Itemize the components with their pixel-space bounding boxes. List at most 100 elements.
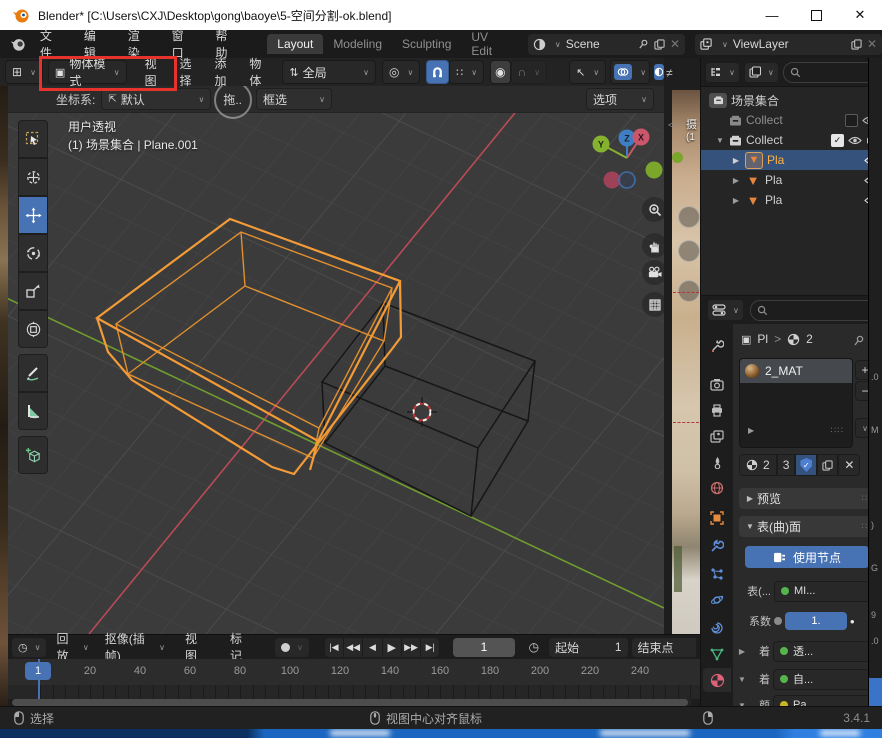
current-frame-field[interactable]: 1 (453, 638, 514, 657)
slot-filter-arrow-icon[interactable]: ▶ (748, 426, 754, 435)
close-button[interactable]: ✕ (838, 0, 882, 30)
surface-shader-button[interactable]: MI... (774, 581, 873, 602)
workspace-tab-modeling[interactable]: Modeling (323, 34, 392, 54)
expand-arrow-icon[interactable]: ▶ (731, 196, 741, 205)
tool-cursor[interactable] (18, 158, 48, 196)
jump-to-start-button[interactable]: |◀ (325, 638, 344, 657)
tab-modifiers[interactable] (703, 534, 731, 558)
tool-measure[interactable] (18, 392, 48, 430)
shader-button[interactable]: 自... (773, 669, 873, 690)
tool-add-cube[interactable] (18, 436, 48, 474)
timeline-scrollbar[interactable] (12, 699, 692, 706)
tab-output[interactable] (703, 398, 731, 422)
expand-arrow-icon[interactable]: ▶ (731, 176, 741, 185)
options-dropdown[interactable]: 选项 ∨ (586, 88, 654, 110)
outliner-row-scene-collection[interactable]: 场景集合 (701, 90, 877, 110)
zoom-button[interactable] (642, 197, 664, 222)
minimize-button[interactable]: — (750, 0, 794, 30)
use-preview-range-icon[interactable]: ◷ (529, 640, 539, 654)
auto-keying-toggle[interactable]: ∨ (275, 638, 309, 657)
tab-particles[interactable] (703, 562, 731, 586)
proportional-edit-toggle[interactable]: ◉ (490, 60, 510, 84)
secondary-viewport-strip[interactable]: ≠ <> 摄 (1 (664, 58, 700, 634)
tab-physics[interactable] (703, 588, 731, 612)
users-count-button[interactable]: 3 (777, 454, 796, 476)
region-expand-icon[interactable]: <> (668, 120, 677, 130)
collection-include-checkbox[interactable]: ✓ (831, 134, 844, 147)
coord-system-dropdown[interactable]: ⇱ 默认 ∨ (101, 88, 211, 110)
playback-menu[interactable]: 回放∨ (50, 638, 94, 657)
maximize-button[interactable] (794, 0, 838, 30)
viewport-3d[interactable]: Z X Y 坐标系: ⇱ 默认 ∨ 拖.. 框选 ∨ 选项 ∨ (8, 86, 664, 634)
expand-arrow-icon[interactable]: ▶ (731, 156, 741, 165)
breadcrumb-object[interactable]: Pl (757, 332, 768, 346)
gizmo-z-neg-axis[interactable] (619, 172, 635, 188)
collection-exclude-checkbox[interactable] (845, 114, 858, 127)
row-collapsed-icon[interactable]: ▶ (737, 647, 747, 656)
tab-viewlayer[interactable] (703, 424, 731, 448)
pin-icon[interactable] (638, 39, 649, 50)
tool-scale[interactable] (18, 272, 48, 310)
scene-selector[interactable]: ∨ Scene ✕ (528, 34, 685, 55)
outliner-row-plane-selected[interactable]: ▶ ▼ Pla (701, 150, 882, 170)
keying-menu[interactable]: 抠像(插帧)∨ (99, 638, 171, 657)
play-button[interactable]: ▶ (383, 638, 402, 657)
outliner-display-mode-button[interactable]: ∨ (744, 62, 779, 83)
viewlayer-selector[interactable]: ∨ ViewLayer ✕ (695, 34, 882, 55)
blender-menu-logo-icon[interactable] (10, 36, 26, 52)
jump-to-end-button[interactable]: ▶| (421, 638, 439, 657)
tab-scene[interactable] (703, 450, 731, 474)
menu-add[interactable]: 添加 (204, 55, 239, 89)
prev-keyframe-button[interactable]: ◀◀ (344, 638, 363, 657)
preview-section-header[interactable]: ▶ 预览 ∷∷ (739, 488, 881, 509)
box-select-dropdown[interactable]: 框选 ∨ (256, 88, 332, 110)
outliner-row-plane-2[interactable]: ▶ ▼ Pla (701, 170, 882, 190)
workspace-tab-uvedit[interactable]: UV Edit (461, 27, 521, 61)
mode-dropdown[interactable]: ▣ 物体模式 ∨ (48, 60, 127, 84)
snap-settings-dropdown[interactable]: ∷∨ (449, 60, 484, 84)
factor-slider[interactable]: 1. (785, 612, 847, 630)
breadcrumb-material[interactable]: 2 (806, 332, 813, 346)
timeline-ruler[interactable]: 20 40 60 80 100 120 140 160 180 200 220 … (8, 659, 700, 685)
next-keyframe-button[interactable]: ▶▶ (402, 638, 421, 657)
show-overlays-icon[interactable] (614, 64, 632, 80)
material-slot-row-selected[interactable]: 2_MAT (740, 359, 852, 383)
outliner-row-collection-2[interactable]: ▼ Collect ✓ (701, 130, 882, 150)
falloff-dropdown[interactable]: ∩∨ (511, 60, 547, 84)
new-viewlayer-icon[interactable] (851, 39, 862, 50)
pan-button[interactable] (642, 233, 664, 258)
tool-transform[interactable] (18, 310, 48, 348)
surface-section-header[interactable]: ▼ 表(曲)面 ∷∷ (739, 516, 881, 537)
timeline-tick-strip[interactable] (8, 685, 700, 699)
gizmo-x-neg-axis[interactable] (604, 172, 621, 189)
menu-select[interactable]: 选择 (170, 55, 205, 89)
browse-material-button[interactable]: 2 (739, 454, 777, 476)
pivot-dropdown[interactable]: ◎∨ (382, 60, 420, 84)
use-nodes-button[interactable]: 使用节点 (745, 546, 869, 568)
snap-toggle[interactable] (426, 60, 449, 84)
frame-start-field[interactable]: 起始 1 (549, 638, 627, 657)
menu-view[interactable]: 视图 (135, 55, 170, 89)
camera-view-button[interactable] (642, 260, 664, 285)
menu-file[interactable]: 文件 (30, 27, 74, 61)
editor-type-button[interactable]: ⊞∨ (5, 60, 43, 84)
tab-data[interactable] (703, 642, 731, 666)
new-material-button[interactable] (817, 454, 838, 476)
shader-button[interactable]: 透... (773, 641, 873, 662)
scrollbar-handle[interactable] (12, 699, 688, 706)
expand-arrow-icon[interactable]: ▼ (715, 136, 725, 145)
outliner-search-input[interactable] (783, 62, 879, 83)
properties-editor-button[interactable]: ∨ (707, 299, 744, 321)
eye-icon[interactable] (848, 136, 862, 145)
workspace-tab-layout[interactable]: Layout (267, 34, 323, 54)
tool-select-box[interactable] (18, 120, 48, 158)
tab-material[interactable] (703, 668, 731, 692)
play-reverse-button[interactable]: ◀ (363, 638, 382, 657)
fake-user-toggle[interactable]: ✓ (795, 454, 817, 476)
unlink-scene-icon[interactable]: ✕ (670, 37, 680, 51)
row-expanded-icon[interactable]: ▼ (737, 675, 747, 684)
outliner-filter-button[interactable]: ∨ (705, 62, 740, 83)
xray-toggle[interactable] (654, 64, 664, 80)
ortho-toggle-button[interactable] (642, 292, 664, 317)
tool-move[interactable] (18, 196, 48, 234)
